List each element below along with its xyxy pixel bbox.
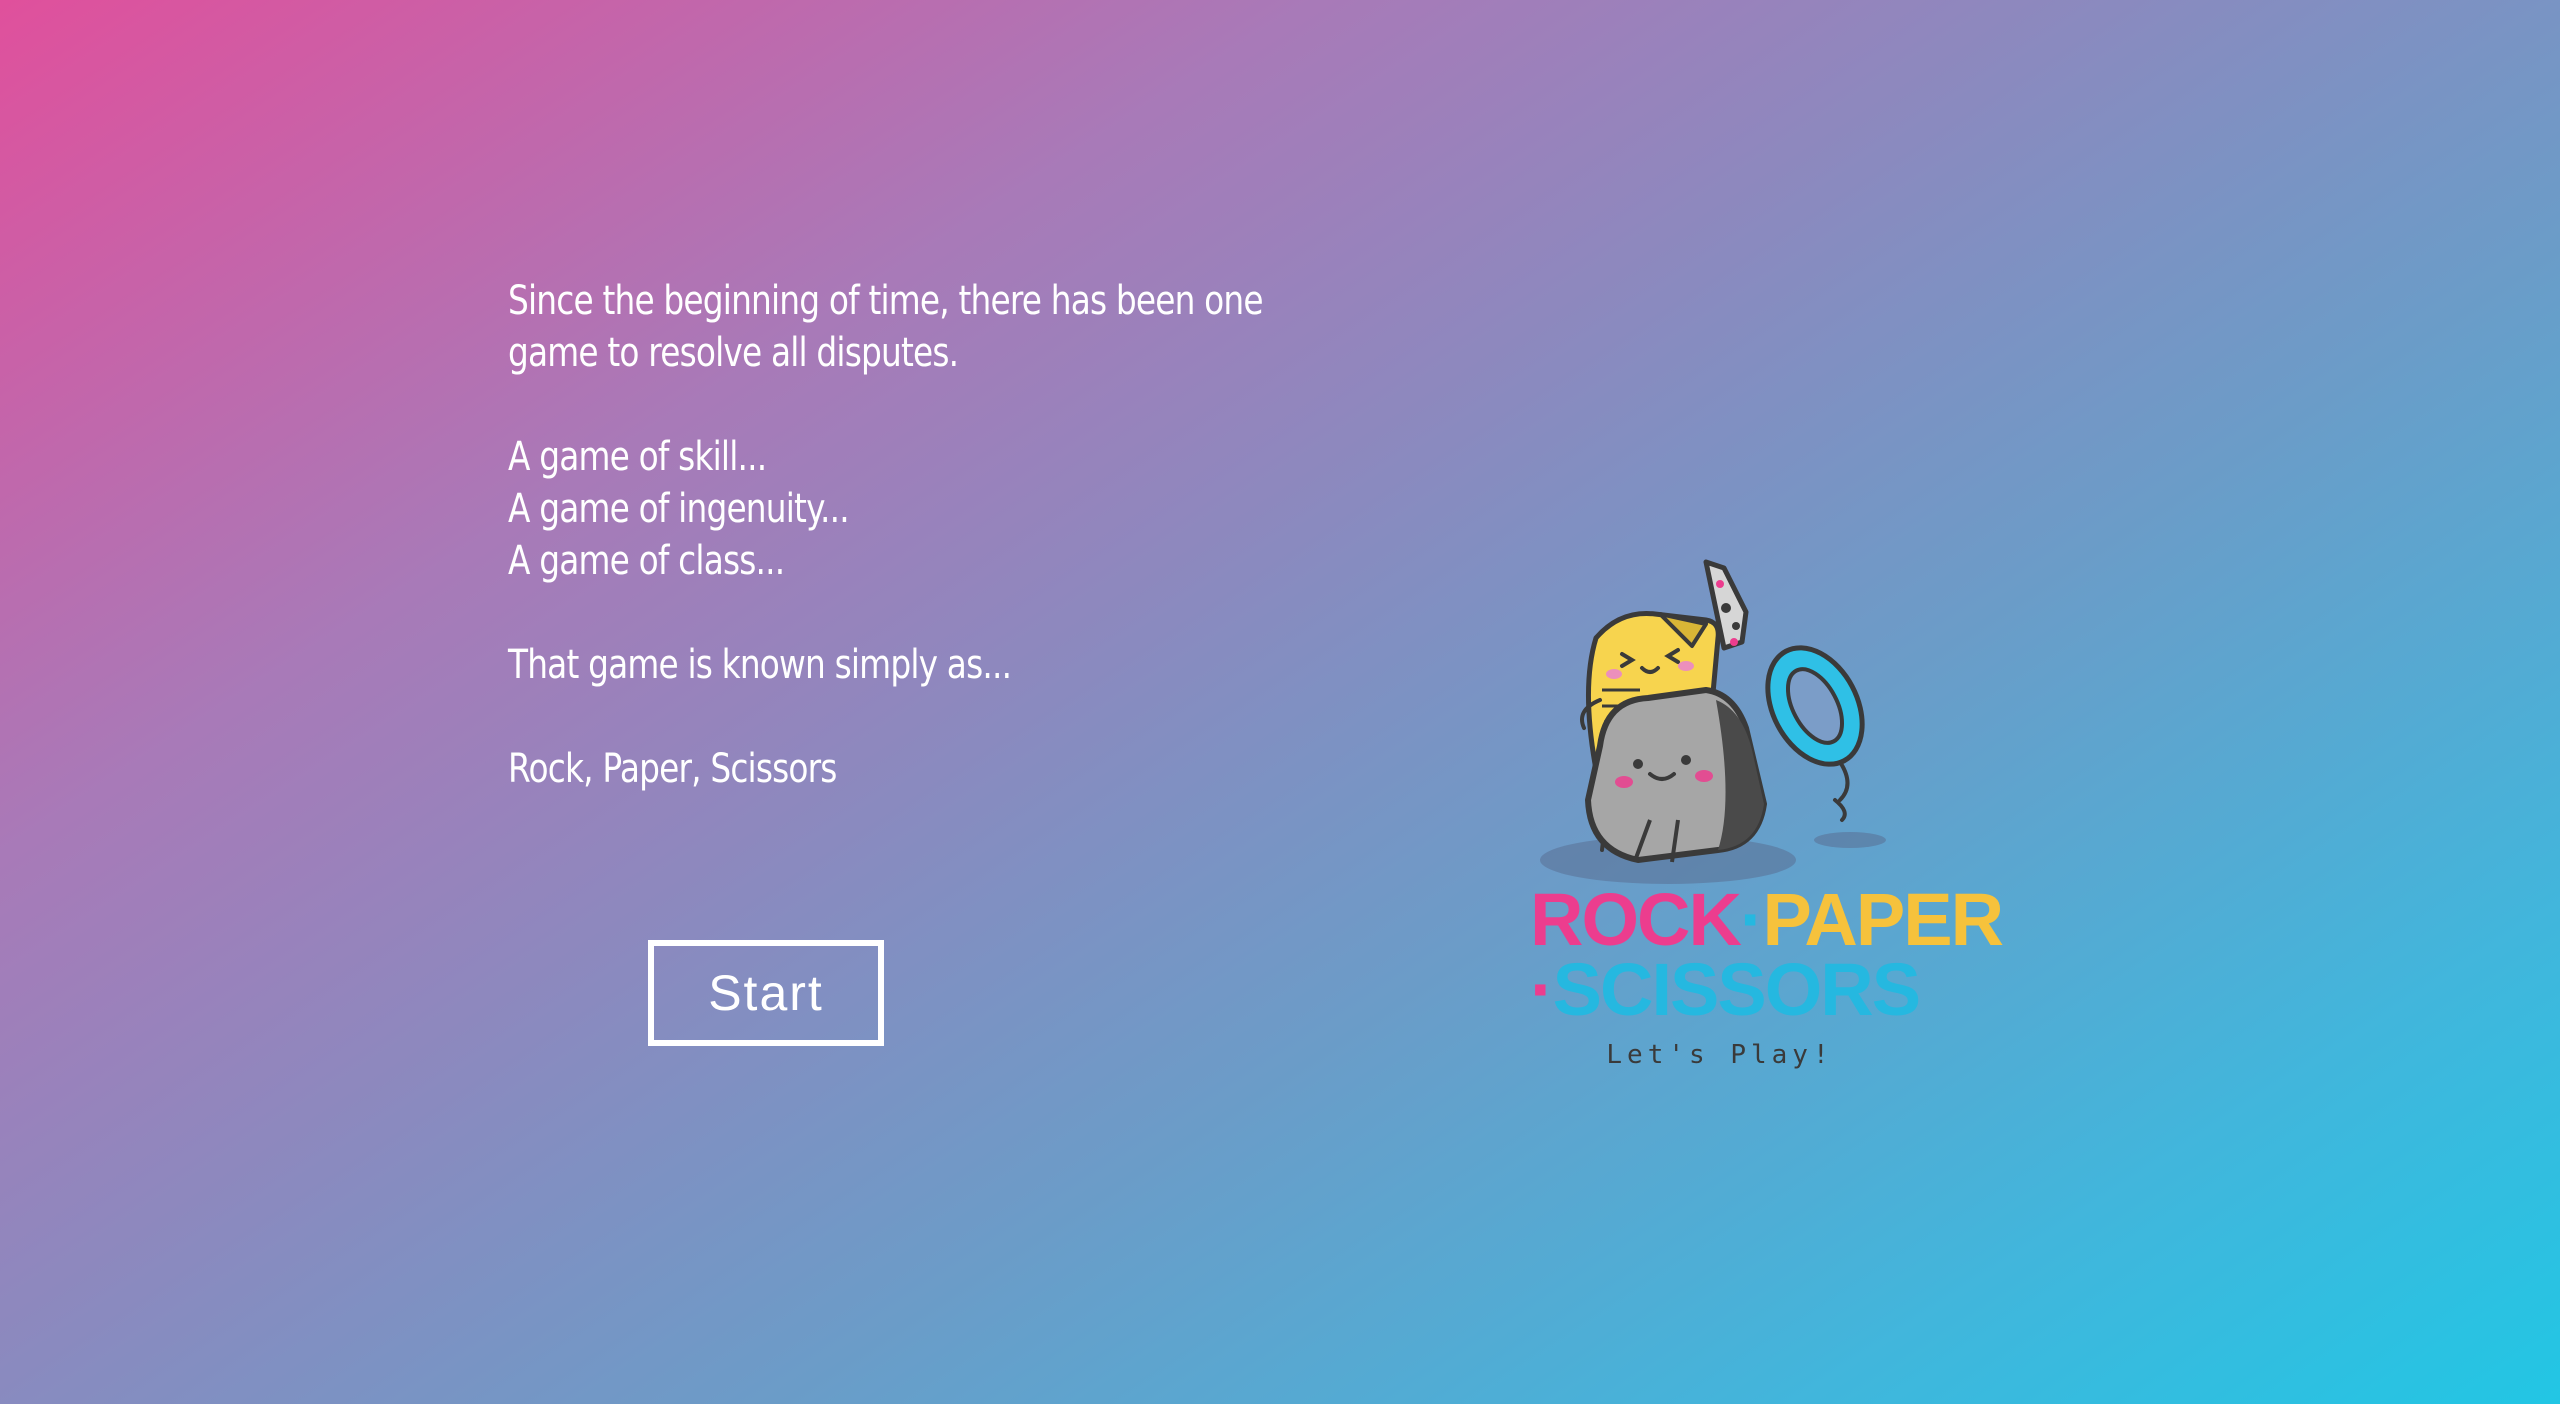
intro-paragraph: Since the beginning of time, there has b… xyxy=(508,275,1264,379)
start-button[interactable]: Start xyxy=(648,940,884,1046)
intro-paragraph: That game is known simply as... xyxy=(508,639,1164,691)
intro-line: game to resolve all disputes. xyxy=(508,330,959,376)
intro-paragraph: Rock, Paper, Scissors xyxy=(508,743,1164,795)
rock-icon xyxy=(1585,687,1767,863)
logo-wordmark: ROCK·PAPER ·SCISSORS xyxy=(1530,883,2004,1027)
logo-separator: · xyxy=(1530,948,1555,1031)
game-name-line: Rock, Paper, Scissors xyxy=(508,746,837,792)
intro-paragraph: A game of skill... A game of ingenuity..… xyxy=(508,431,1164,587)
intro-line: A game of skill... xyxy=(508,434,767,480)
intro-line: That game is known simply as... xyxy=(508,642,1012,688)
intro-text: Since the beginning of time, there has b… xyxy=(508,275,1264,795)
logo-word-scissors: SCISSORS xyxy=(1552,948,1921,1031)
intro-line: Since the beginning of time, there has b… xyxy=(508,278,1264,324)
intro-line: A game of ingenuity... xyxy=(508,486,850,532)
logo-tagline: Let's Play! xyxy=(1606,1040,1834,1070)
intro-line: A game of class... xyxy=(508,538,785,584)
